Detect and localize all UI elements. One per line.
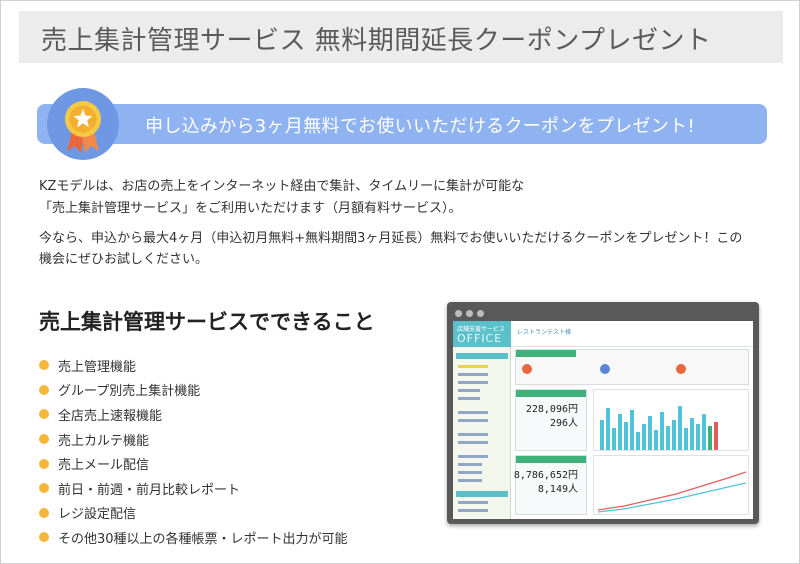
mockup-bar bbox=[636, 432, 640, 450]
mockup-bar bbox=[618, 414, 622, 450]
mockup-line-graphic bbox=[597, 471, 747, 513]
feature-item: 全店売上速報機能 bbox=[39, 402, 348, 427]
mockup-digest-panel bbox=[515, 349, 749, 385]
mockup-line-chart bbox=[593, 455, 749, 515]
bullet-icon bbox=[39, 507, 49, 518]
intro-line-1: KZモデルは、お店の売上をインターネット経由で集計、タイムリーに集計が可能な bbox=[39, 179, 525, 194]
bullet-icon bbox=[39, 434, 49, 445]
mockup-bar bbox=[624, 422, 628, 450]
feature-item: グループ別売上集計機能 bbox=[39, 378, 348, 403]
feature-label: 売上メール配信 bbox=[58, 458, 150, 474]
mockup-topbar: レストランテスト様 bbox=[511, 321, 753, 347]
mockup-panel-header bbox=[516, 390, 586, 397]
feature-item: 売上メール配信 bbox=[39, 451, 348, 476]
mockup-monthly-panel: 8,786,652円 8,149人 bbox=[513, 455, 587, 515]
mockup-side-item bbox=[458, 509, 488, 512]
feature-label: 売上管理機能 bbox=[58, 359, 137, 375]
feature-label: グループ別売上集計機能 bbox=[58, 384, 201, 400]
status-face-icon bbox=[522, 364, 532, 374]
mockup-side-item bbox=[458, 479, 482, 482]
mockup-bar bbox=[654, 430, 658, 450]
bullet-icon bbox=[39, 409, 49, 420]
mockup-side-item bbox=[458, 501, 488, 504]
bullet-icon bbox=[39, 458, 49, 469]
mockup-side-item bbox=[458, 389, 480, 392]
window-dot-icon bbox=[466, 310, 473, 317]
banner-text: 申し込みから3ヶ月無料でお使いいただけるクーポンをプレゼント! bbox=[145, 116, 695, 137]
feature-list: 売上管理機能 グループ別売上集計機能 全店売上速報機能 売上カルテ機能 売上メー… bbox=[39, 353, 348, 550]
intro-line-3: 今なら、申込から最大4ヶ月（申込初月無料+無料期間3ヶ月延長）無料でお使いいただ… bbox=[39, 231, 743, 246]
page-frame: 売上集計管理サービス 無料期間延長クーポンプレゼント 申し込みから3ヶ月無料でお… bbox=[0, 0, 800, 564]
feature-item: 売上カルテ機能 bbox=[39, 427, 348, 452]
mockup-bar bbox=[606, 408, 610, 450]
mockup-side-heading bbox=[456, 353, 508, 359]
mockup-bar bbox=[696, 424, 700, 450]
mockup-bar bbox=[642, 424, 646, 450]
mockup-bar bbox=[660, 412, 664, 450]
status-face-icon bbox=[600, 364, 610, 374]
app-screenshot-mockup: 店舗支援サービス OFFICE レストランテスト様 228,096円 296人 … bbox=[447, 302, 759, 524]
mockup-daily-panel: 228,096円 296人 bbox=[515, 389, 587, 451]
feature-label: 売上カルテ機能 bbox=[58, 433, 150, 449]
mockup-side-item bbox=[458, 455, 488, 458]
mockup-side-item bbox=[458, 471, 482, 474]
mockup-screen: 店舗支援サービス OFFICE レストランテスト様 228,096円 296人 … bbox=[453, 321, 753, 519]
mockup-side-item bbox=[458, 381, 488, 384]
intro-line-4: 機会にぜひお試しください。 bbox=[39, 252, 209, 267]
mockup-sales-value: 228,096円 bbox=[525, 404, 578, 415]
feature-label: 全店売上速報機能 bbox=[58, 408, 163, 424]
feature-item: 前日・前週・前月比較レポート bbox=[39, 476, 348, 501]
window-dot-icon bbox=[455, 310, 462, 317]
window-dot-icon bbox=[477, 310, 484, 317]
status-face-icon bbox=[676, 364, 686, 374]
mockup-bar bbox=[678, 406, 682, 450]
bullet-icon bbox=[39, 360, 49, 371]
mockup-bar bbox=[630, 410, 634, 450]
mockup-panel-header bbox=[516, 456, 586, 463]
mockup-bar bbox=[612, 428, 616, 450]
mockup-bar bbox=[690, 418, 694, 450]
mockup-bar bbox=[648, 416, 652, 450]
mockup-bar bbox=[714, 422, 718, 450]
page-title: 売上集計管理サービス 無料期間延長クーポンプレゼント bbox=[41, 26, 712, 56]
mockup-digest-header bbox=[516, 350, 576, 357]
mockup-brand-logo: OFFICE bbox=[457, 332, 503, 345]
mockup-bar bbox=[666, 426, 670, 450]
mockup-sidebar: 店舗支援サービス OFFICE bbox=[453, 321, 511, 519]
feature-item: その他30種以上の各種帳票・レポート出力が可能 bbox=[39, 525, 348, 550]
mockup-bar-chart bbox=[593, 389, 749, 451]
mockup-brand: 店舗支援サービス OFFICE bbox=[453, 321, 511, 347]
bullet-icon bbox=[39, 483, 49, 494]
mockup-top-title: レストランテスト様 bbox=[517, 329, 572, 336]
intro-line-2: 「売上集計管理サービス」をご利用いただけます（月額有料サービス）。 bbox=[39, 201, 462, 216]
mockup-side-item bbox=[458, 419, 488, 422]
mockup-bar bbox=[684, 428, 688, 450]
mockup-bar bbox=[672, 420, 676, 450]
mockup-bar bbox=[702, 414, 706, 450]
mockup-bar bbox=[600, 420, 604, 450]
mockup-month-customers-value: 8,149人 bbox=[537, 484, 578, 495]
mockup-customers-value: 296人 bbox=[549, 418, 578, 429]
mockup-side-item bbox=[458, 411, 488, 414]
feature-label: その他30種以上の各種帳票・レポート出力が可能 bbox=[58, 531, 348, 547]
mockup-side-item bbox=[458, 397, 480, 400]
mockup-side-item bbox=[458, 365, 488, 368]
feature-label: 前日・前週・前月比較レポート bbox=[58, 482, 241, 498]
coupon-banner: 申し込みから3ヶ月無料でお使いいただけるクーポンをプレゼント! bbox=[37, 104, 767, 144]
feature-item: レジ設定配信 bbox=[39, 501, 348, 526]
mockup-side-item bbox=[458, 441, 488, 444]
mockup-side-item bbox=[458, 373, 488, 376]
feature-item: 売上管理機能 bbox=[39, 353, 348, 378]
feature-label: レジ設定配信 bbox=[58, 507, 137, 523]
mockup-side-item bbox=[458, 463, 482, 466]
mockup-side-heading bbox=[456, 491, 508, 497]
award-medal-icon bbox=[65, 101, 101, 153]
bullet-icon bbox=[39, 532, 49, 543]
mockup-month-sales-value: 8,786,652円 bbox=[513, 470, 578, 481]
page-header: 売上集計管理サービス 無料期間延長クーポンプレゼント bbox=[19, 11, 783, 63]
features-title: 売上集計管理サービスでできること bbox=[39, 310, 375, 334]
mockup-bar bbox=[708, 426, 712, 450]
bullet-icon bbox=[39, 384, 49, 395]
mockup-side-item bbox=[458, 433, 488, 436]
